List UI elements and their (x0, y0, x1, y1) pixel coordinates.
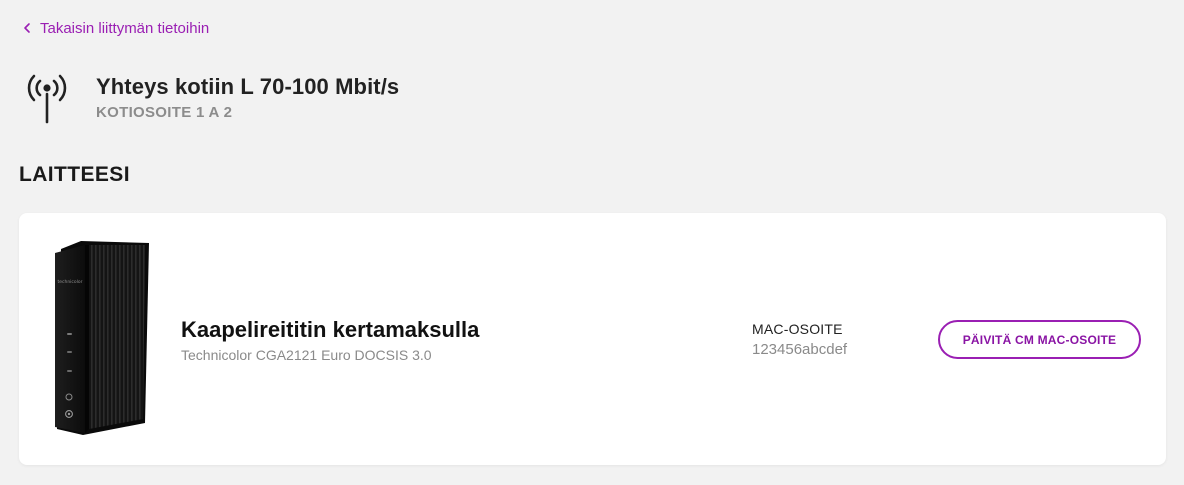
brand-mark: technicolor (57, 279, 82, 285)
antenna-signal-icon (27, 74, 67, 124)
device-info: Kaapelireititin kertamaksulla Technicolo… (181, 317, 479, 363)
update-mac-address-button[interactable]: PÄIVITÄ CM MAC-OSOITE (938, 320, 1141, 359)
service-text: Yhteys kotiin L 70-100 Mbit/s KOTIOSOITE… (96, 70, 399, 121)
router-device-image: technicolor (55, 241, 149, 435)
device-card: technicolor Kaapelireititin kertamaksull… (19, 213, 1166, 465)
back-link[interactable]: Takaisin liittymän tietoihin (22, 19, 209, 37)
mac-address-block: MAC-OSOITE 123456abcdef (752, 321, 847, 358)
back-link-label: Takaisin liittymän tietoihin (40, 19, 210, 37)
device-model: Technicolor CGA2121 Euro DOCSIS 3.0 (181, 347, 432, 363)
device-name: Kaapelireititin kertamaksulla (181, 317, 480, 342)
service-header: Yhteys kotiin L 70-100 Mbit/s KOTIOSOITE… (24, 70, 399, 126)
service-address: KOTIOSOITE 1 A 2 (96, 104, 233, 121)
chevron-left-icon (24, 23, 30, 33)
mac-address-value: 123456abcdef (752, 341, 848, 358)
section-heading: LAITTEESI (19, 163, 130, 186)
mac-address-label: MAC-OSOITE (752, 321, 843, 337)
service-title: Yhteys kotiin L 70-100 Mbit/s (96, 74, 400, 99)
